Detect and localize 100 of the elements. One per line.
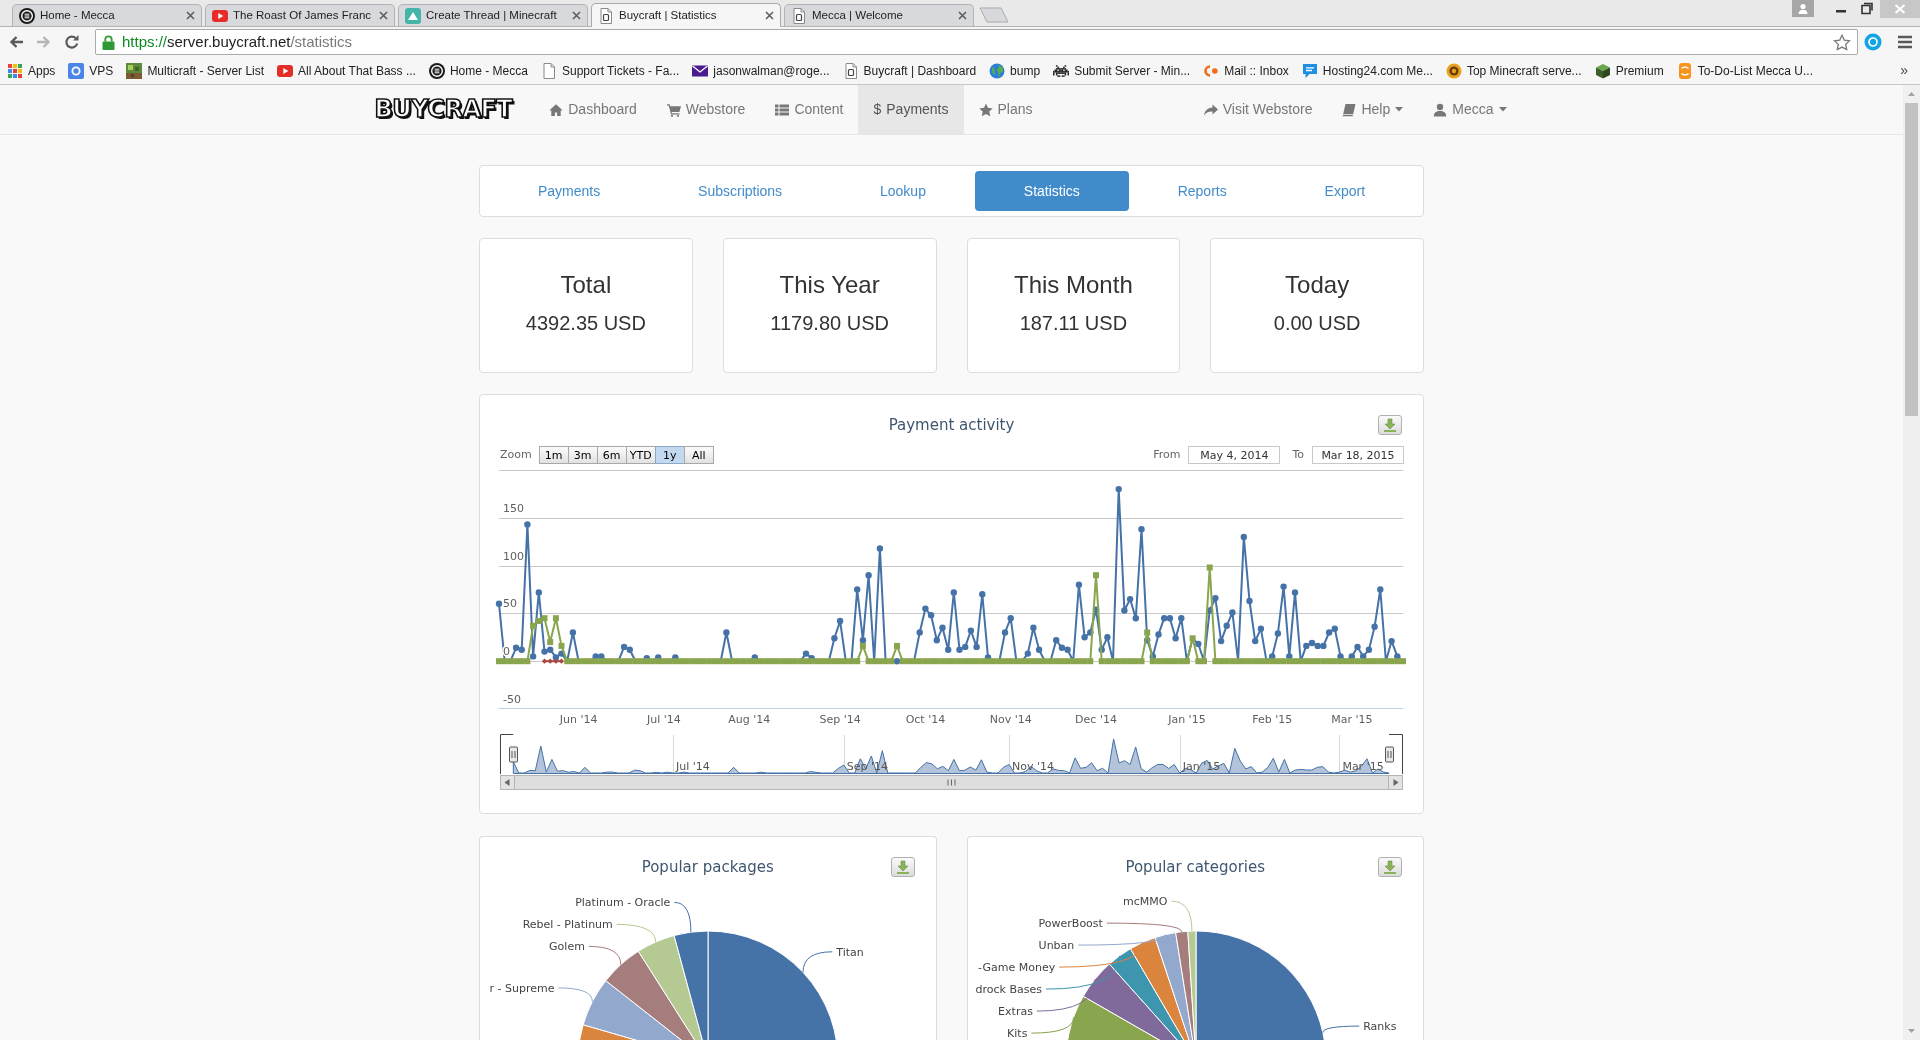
bookmark-link[interactable]: To-Do-List Mecca U... bbox=[1672, 59, 1817, 82]
export-button[interactable] bbox=[890, 857, 915, 877]
bookmark-link[interactable]: Premium bbox=[1590, 59, 1668, 82]
close-icon[interactable] bbox=[572, 11, 581, 20]
bookmark-link[interactable]: jasonwalman@roge... bbox=[688, 59, 834, 82]
stat-value: 0.00 USD bbox=[1273, 311, 1361, 335]
nav-link[interactable]: Webstore bbox=[651, 85, 761, 134]
round-logo-icon[interactable] bbox=[1864, 33, 1882, 51]
zoom-button[interactable]: YTD bbox=[625, 446, 656, 464]
star-icon[interactable] bbox=[1833, 33, 1851, 51]
bookmark-link[interactable]: All About That Bass ... bbox=[273, 59, 420, 82]
scroll-left-button[interactable] bbox=[500, 775, 515, 790]
bookmark-link[interactable]: bump bbox=[985, 59, 1045, 82]
nav-link[interactable]: $ Payments bbox=[858, 85, 964, 134]
cart-icon bbox=[666, 102, 681, 117]
profile-icon[interactable] bbox=[1792, 0, 1814, 17]
close-icon[interactable] bbox=[379, 11, 388, 20]
subnav-tab[interactable]: Export bbox=[1275, 171, 1414, 211]
square-logo-icon bbox=[68, 62, 85, 79]
slice-label: -Game Money bbox=[977, 961, 1055, 975]
nav-link[interactable]: Mecca bbox=[1418, 85, 1522, 134]
range-handle[interactable] bbox=[509, 746, 518, 763]
export-button[interactable] bbox=[1378, 857, 1402, 877]
caret-icon bbox=[1498, 107, 1507, 112]
nav-link[interactable]: Dashboard bbox=[534, 85, 652, 134]
browser-tab[interactable]: Mecca | Welcome bbox=[784, 4, 974, 26]
bookmark-link[interactable]: VPS bbox=[64, 59, 118, 82]
data-point bbox=[865, 572, 872, 579]
bookmark-link[interactable]: Mail :: Inbox bbox=[1199, 59, 1293, 82]
download-icon bbox=[894, 860, 911, 874]
caret-icon bbox=[1395, 107, 1404, 112]
close-icon[interactable] bbox=[958, 11, 967, 20]
range-handle[interactable] bbox=[1385, 746, 1394, 763]
subnav-tab[interactable]: Reports bbox=[1128, 171, 1276, 211]
menu-icon[interactable] bbox=[1897, 35, 1913, 49]
close-icon[interactable] bbox=[765, 11, 774, 20]
book-icon bbox=[1342, 102, 1357, 117]
subnav-tab[interactable]: Subscriptions bbox=[649, 171, 832, 211]
data-point bbox=[1178, 615, 1185, 622]
back-icon[interactable] bbox=[8, 34, 24, 50]
subnav-tab[interactable]: Statistics bbox=[974, 171, 1129, 211]
nav-link[interactable]: Help bbox=[1327, 85, 1419, 134]
tile-logo-icon bbox=[1676, 62, 1693, 79]
zoom-button[interactable]: 1m bbox=[538, 446, 569, 464]
data-point bbox=[1007, 615, 1014, 622]
data-point bbox=[1093, 572, 1099, 579]
browser-tab[interactable]: Home - Mecca bbox=[12, 4, 202, 26]
close-icon[interactable] bbox=[186, 11, 195, 20]
reload-icon[interactable] bbox=[64, 34, 80, 50]
bookmark-link[interactable]: Multicraft - Server List bbox=[122, 59, 269, 82]
more-bookmarks-button[interactable]: » bbox=[1900, 60, 1908, 81]
axis-label: Dec '14 bbox=[1075, 713, 1117, 726]
zoom-button[interactable]: 1y bbox=[654, 446, 685, 464]
browser-tab[interactable]: Create Thread | Minecraft bbox=[398, 4, 588, 26]
download-icon bbox=[1382, 860, 1398, 874]
circle-logo-icon bbox=[19, 7, 35, 24]
data-point bbox=[945, 646, 952, 653]
scrollbar-thumb[interactable] bbox=[514, 775, 1389, 790]
axis-label: -50 bbox=[503, 693, 521, 706]
nav-link[interactable]: Plans bbox=[963, 85, 1048, 134]
bookmark-link[interactable]: Support Tickets - Fa... bbox=[536, 59, 684, 82]
subnav-tab[interactable]: Lookup bbox=[831, 171, 975, 211]
zoom-button[interactable]: All bbox=[683, 446, 714, 464]
data-point bbox=[1126, 595, 1134, 603]
to-date-field[interactable]: Mar 18, 2015 bbox=[1312, 446, 1404, 464]
data-point bbox=[552, 615, 559, 622]
axis-label: Jan '15 bbox=[1168, 713, 1206, 726]
data-point bbox=[723, 629, 730, 636]
zoom-button[interactable]: 3m bbox=[567, 446, 598, 464]
zoom-button[interactable]: 6m bbox=[596, 446, 627, 464]
bookmark-link[interactable]: Top Minecraft serve... bbox=[1441, 59, 1586, 82]
axis-label: Jul '14 bbox=[647, 713, 681, 726]
axis-label: 50 bbox=[503, 597, 517, 611]
bookmark-link[interactable]: Apps bbox=[3, 59, 60, 82]
axis-label: Oct '14 bbox=[905, 713, 946, 726]
bookmark-link[interactable]: Submit Server - Min... bbox=[1049, 59, 1195, 82]
data-point bbox=[1354, 643, 1361, 651]
scrollbar-thumb[interactable] bbox=[1905, 103, 1918, 416]
data-point bbox=[1138, 526, 1145, 533]
browser-tab[interactable]: Buycraft | Statistics bbox=[591, 3, 781, 27]
page-scrollbar[interactable] bbox=[1903, 85, 1920, 1040]
slice-label: r - Supreme bbox=[489, 981, 555, 995]
address-field[interactable]: https://server.buycraft.net/statistics bbox=[95, 29, 1858, 55]
bookmark-link[interactable]: Home - Mecca bbox=[424, 59, 532, 82]
subnav-tab[interactable]: Payments bbox=[489, 171, 650, 211]
play-icon bbox=[277, 62, 294, 79]
nav-link[interactable]: Visit Webstore bbox=[1188, 85, 1328, 134]
bookmark-link[interactable]: Buycraft | Dashboard bbox=[838, 59, 981, 82]
data-point bbox=[1121, 607, 1128, 614]
circle-logo-icon bbox=[428, 62, 445, 79]
data-point bbox=[1030, 624, 1037, 631]
from-date-field[interactable]: May 4, 2014 bbox=[1188, 446, 1281, 464]
data-point bbox=[1001, 629, 1009, 636]
stat-title: This Month bbox=[1014, 271, 1133, 299]
export-button[interactable] bbox=[1378, 415, 1402, 435]
download-icon bbox=[1382, 418, 1398, 432]
browser-tab[interactable]: The Roast Of James Franc bbox=[205, 4, 395, 26]
slice-label: PowerBoost bbox=[1038, 917, 1103, 931]
bookmark-link[interactable]: Hosting24.com Me... bbox=[1297, 59, 1437, 82]
nav-link[interactable]: Content bbox=[760, 85, 859, 134]
